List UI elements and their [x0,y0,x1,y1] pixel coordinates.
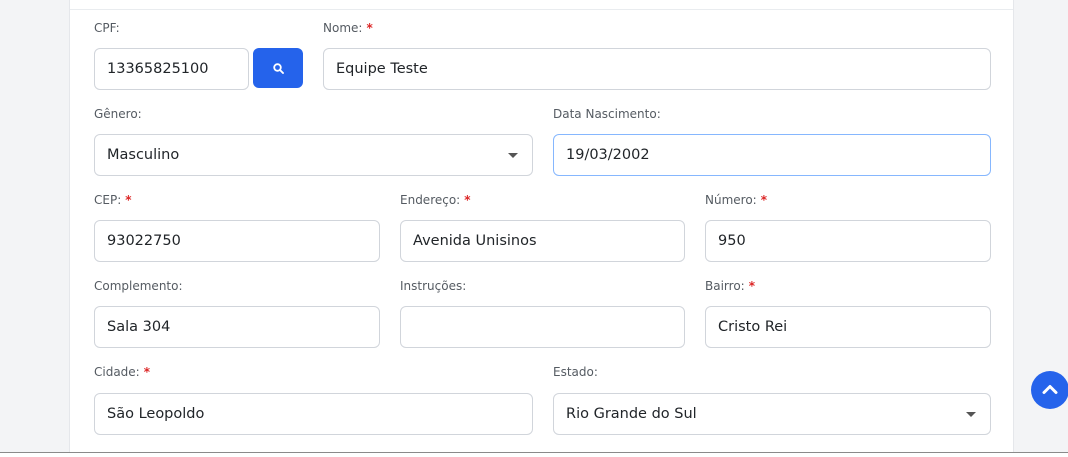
instrucoes-label: Instruções: [400,279,467,293]
caret-down-icon [966,412,976,417]
estado-select[interactable]: Rio Grande do Sul [553,393,991,435]
complemento-label: Complemento: [94,279,183,293]
cep-input[interactable] [94,220,380,262]
card-divider [70,9,1013,10]
genero-label: Gênero: [94,107,142,121]
instrucoes-input[interactable] [400,306,685,348]
endereco-label: Endereço: * [400,193,471,207]
complemento-input[interactable] [94,306,380,348]
bairro-input[interactable] [705,306,991,348]
cep-label: CEP: * [94,193,132,207]
chevron-up-icon [1042,385,1058,394]
cpf-label: CPF: [94,21,120,35]
nome-label: Nome: * [323,21,373,35]
numero-input[interactable] [705,220,991,262]
genero-select[interactable]: Masculino [94,134,533,176]
bairro-label: Bairro: * [705,279,755,293]
page-bottom-edge [0,452,1068,457]
estado-label: Estado: [553,365,598,379]
numero-label: Número: * [705,193,767,207]
caret-down-icon [508,153,518,158]
cpf-search-button[interactable] [253,48,303,88]
search-icon [273,63,284,74]
estado-selected-value: Rio Grande do Sul [566,406,697,422]
data-nascimento-label: Data Nascimento: [553,107,661,121]
scroll-to-top-button[interactable] [1031,371,1068,409]
data-nascimento-input[interactable] [553,134,991,176]
cidade-label: Cidade: * [94,365,151,379]
cpf-input[interactable] [94,48,249,90]
patient-form-card: CPF: Nome:* Gênero: Masculino Data Nasci… [69,0,1014,452]
endereco-input[interactable] [400,220,685,262]
cidade-input[interactable] [94,393,533,435]
nome-input[interactable] [323,48,991,90]
genero-selected-value: Masculino [107,147,180,163]
